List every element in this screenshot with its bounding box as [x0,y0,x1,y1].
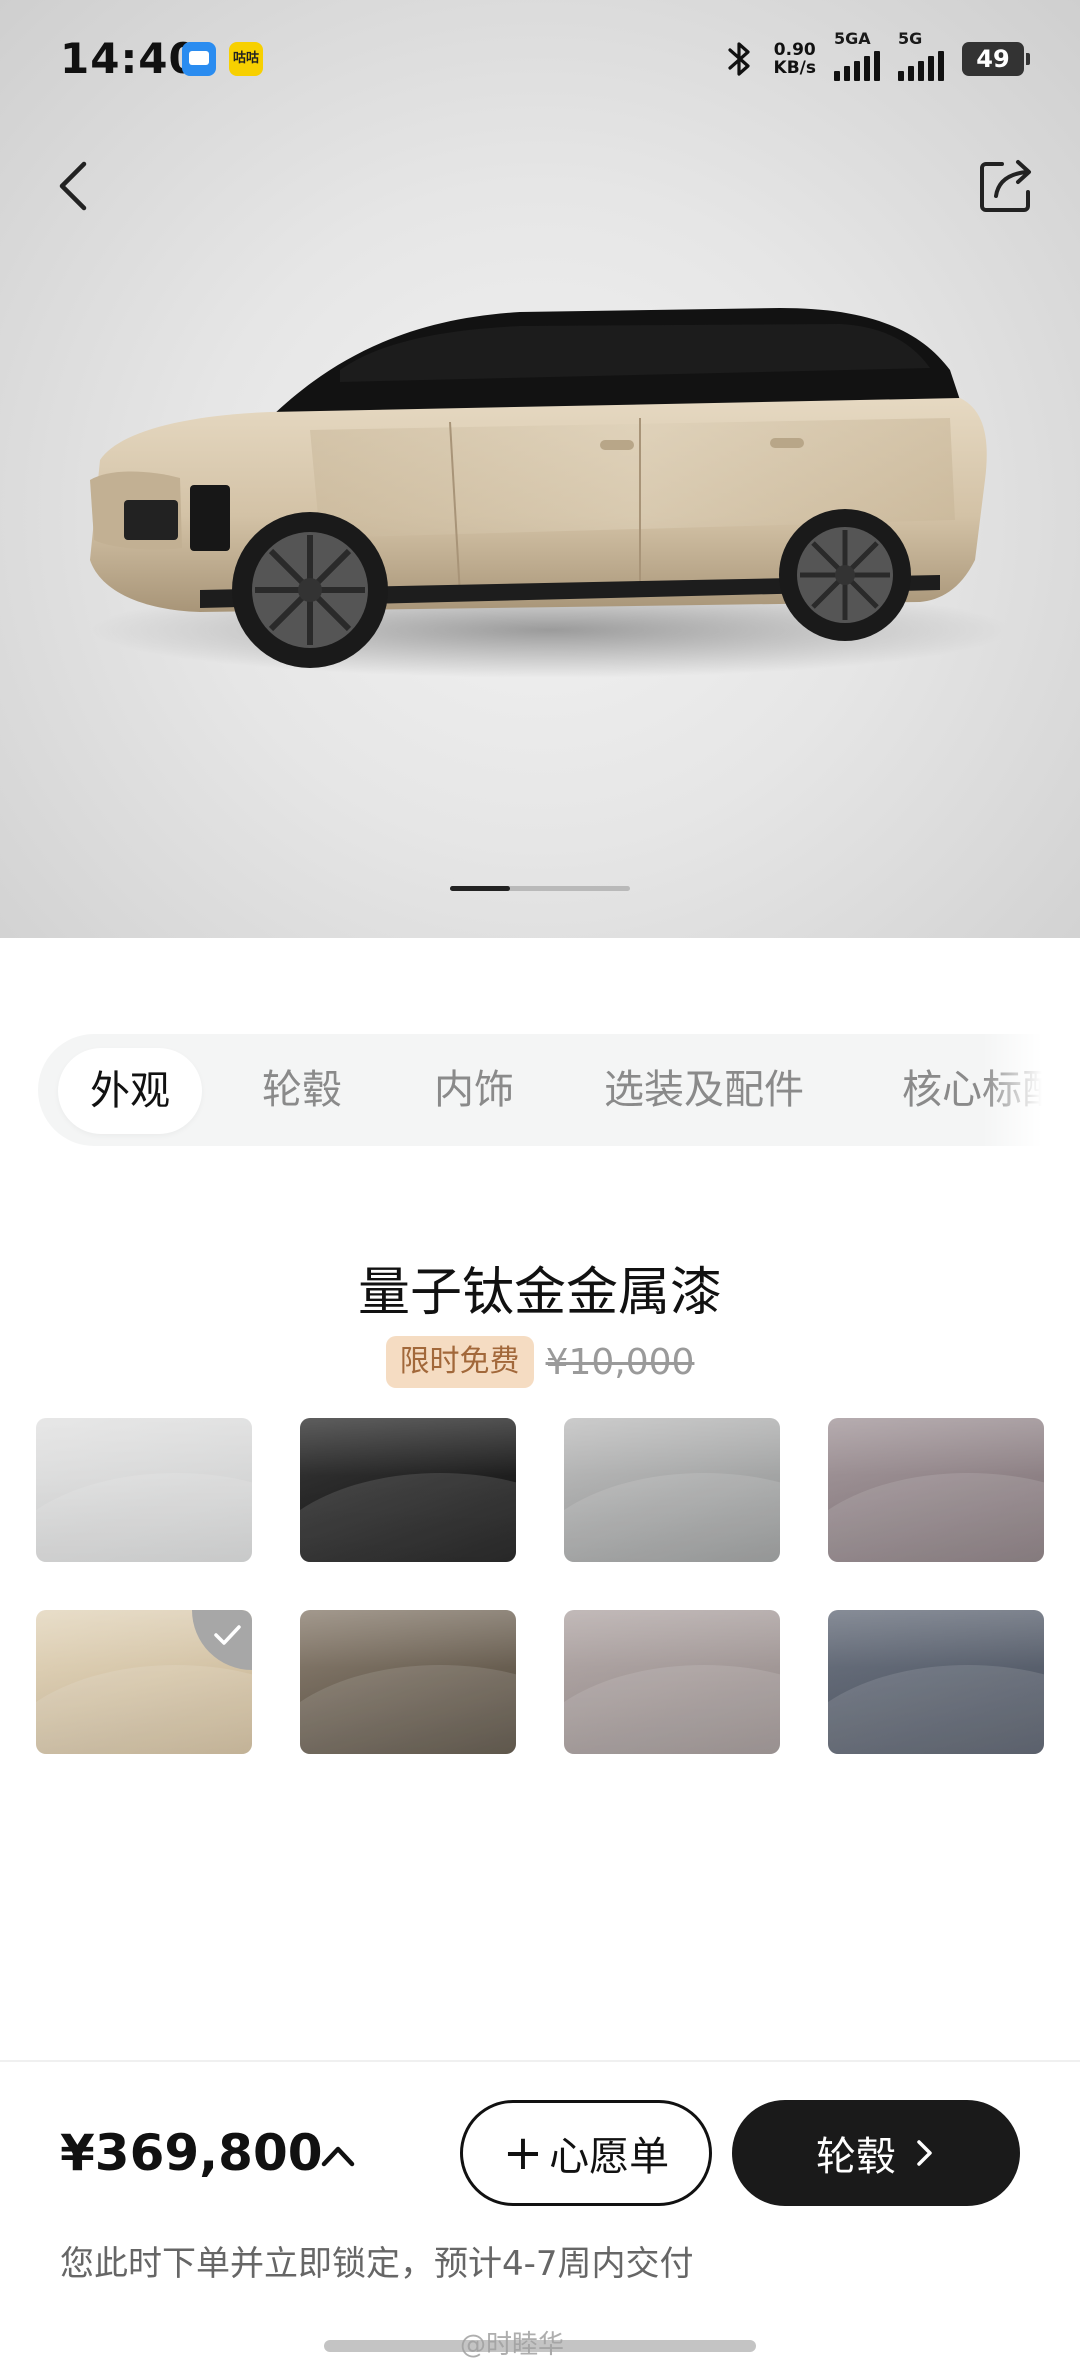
color-swatch-titanium-gold[interactable] [36,1610,252,1754]
free-promo-badge: 限时免费 [385,1336,534,1388]
color-swatch-bronze[interactable] [300,1610,516,1754]
tab-options-accessories[interactable]: 选装及配件 [604,1034,804,1146]
color-swatch-silver[interactable] [564,1418,780,1562]
app-notification-icon [182,42,216,76]
battery-icon: 49 [962,42,1030,76]
chevron-right-icon [917,2140,932,2166]
signal-sim1-icon: 5GA [834,29,880,81]
wishlist-button[interactable]: + 心愿单 [460,2100,712,2206]
hero-gallery[interactable]: 14:40 咕咕 0.90 KB/s 5GA 5G 49 [0,0,1080,938]
selected-check-badge [192,1610,252,1670]
color-swatch-rose-grey[interactable] [564,1610,780,1754]
original-price: ¥10,000 [545,1341,695,1383]
tab-exterior[interactable]: 外观 [58,1048,202,1134]
sim1-label: 5GA [834,29,871,48]
color-swatch-black[interactable] [300,1418,516,1562]
tab-interior[interactable]: 内饰 [434,1034,514,1146]
share-icon [980,160,1031,212]
car-image [90,308,1010,678]
gallery-pager-active [450,886,510,891]
total-price: ¥369,800 [60,2124,323,2182]
network-speed-value: 0.90 [773,40,816,60]
sim2-label: 5G [898,29,923,48]
tabs-fade [982,1034,1042,1146]
status-indicators: 0.90 KB/s 5GA 5G 49 [724,29,1030,82]
config-tabs: 外观 轮毂 内饰 选装及配件 核心标配 [38,1034,1042,1146]
next-step-label: 轮毂 [816,2134,896,2180]
share-button[interactable] [974,154,1038,218]
chevron-left-icon [59,161,87,211]
bluetooth-icon [727,42,750,76]
app-notification-icon-2: 咕咕 [229,42,263,76]
color-swatch-slate-blue[interactable] [828,1610,1044,1754]
color-swatch-mauve[interactable] [828,1418,1044,1562]
next-step-button[interactable]: 轮毂 [732,2100,1020,2206]
chevron-up-icon [321,2146,355,2167]
price-details-toggle[interactable] [318,2136,358,2176]
signal-sim2-icon: 5G [898,29,944,81]
color-price-row: 限时免费 ¥10,000 [0,1336,1080,1388]
status-bar: 14:40 咕咕 0.90 KB/s 5GA 5G 49 [0,0,1080,120]
color-swatch-white[interactable] [36,1418,252,1562]
check-icon [214,1625,241,1645]
delivery-estimate: 您此时下单并立即锁定，预计4-7周内交付 [60,2244,694,2284]
status-time: 14:40 [60,34,199,83]
back-button[interactable] [44,154,108,218]
gallery-pager [450,886,630,891]
plus-icon: + [502,2125,544,2181]
network-speed: 0.90 KB/s [774,41,816,77]
wishlist-label: 心愿单 [549,2134,670,2180]
network-speed-unit: KB/s [773,58,816,78]
watermark-text: @时睦华 [460,2330,565,2360]
selected-color-name: 量子钛金金属漆 [357,1263,722,1323]
tab-wheels[interactable]: 轮毂 [262,1034,342,1146]
